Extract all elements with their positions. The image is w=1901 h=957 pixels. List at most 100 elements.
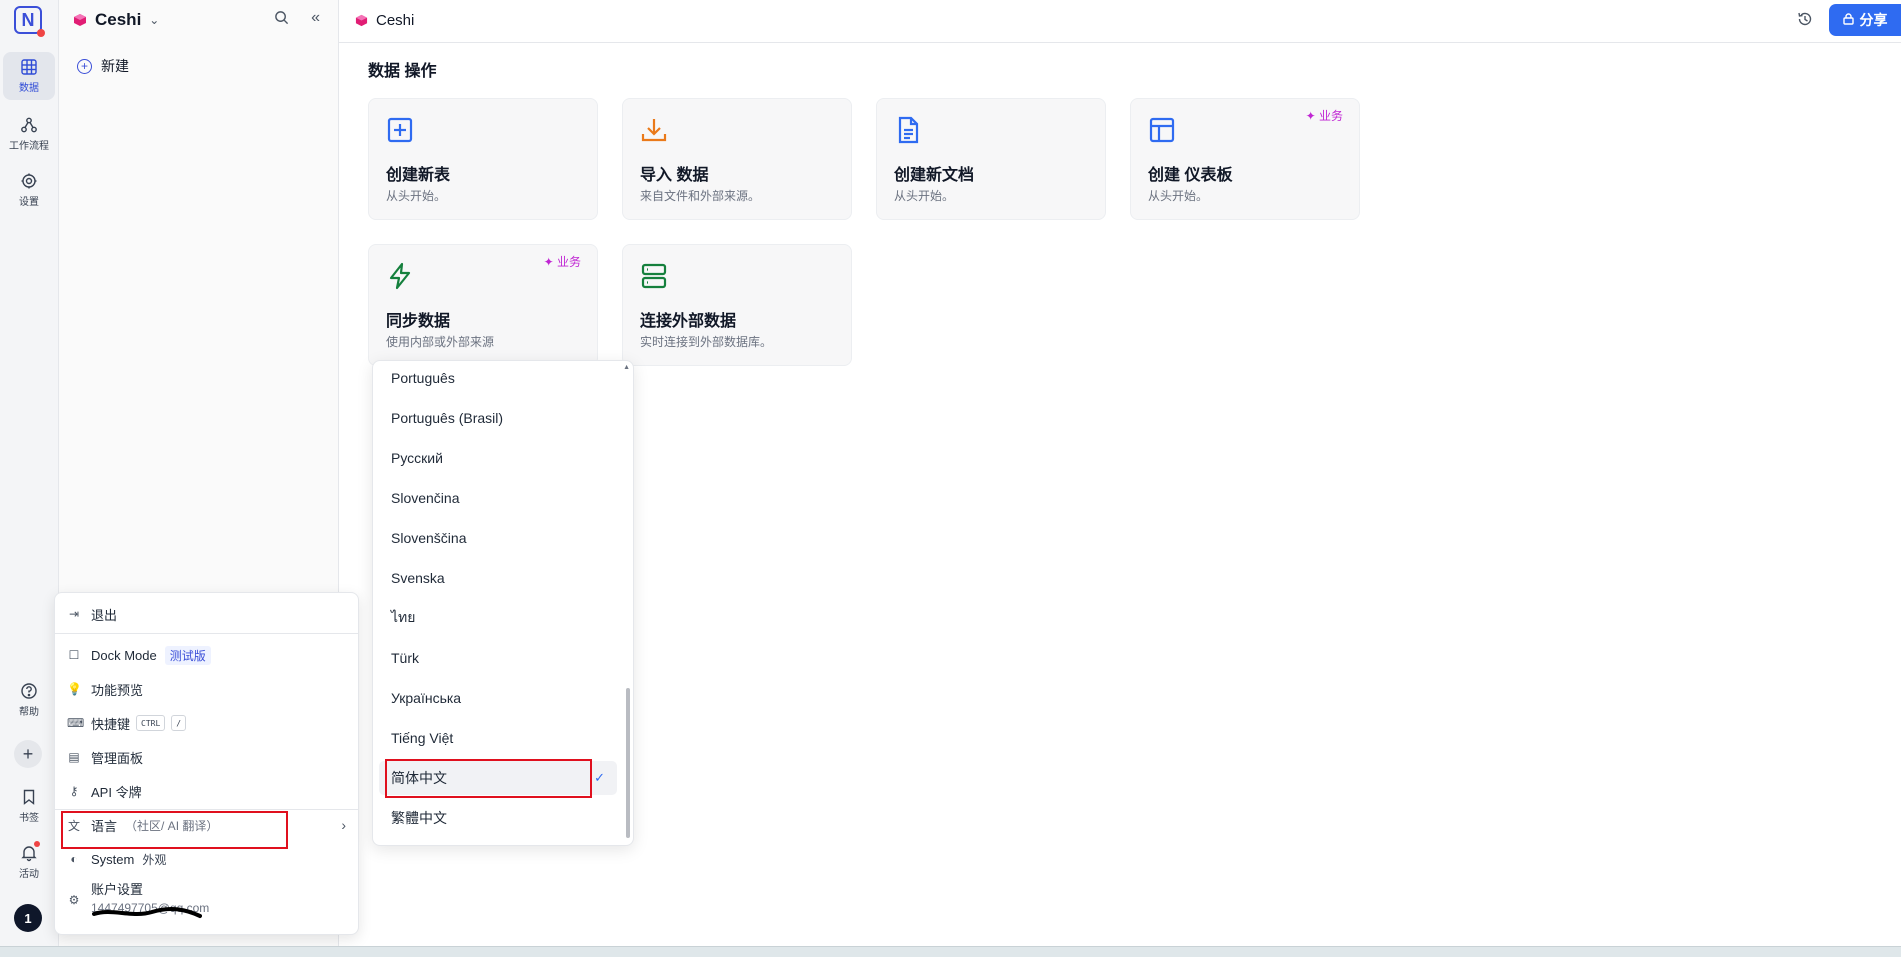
scroll-up-icon[interactable]: ▲	[623, 364, 630, 371]
share-label: 分享	[1859, 12, 1888, 28]
lock-icon	[1842, 12, 1854, 28]
card-create-dashboard[interactable]: ✦ 业务 创建 仪表板 从头开始。	[1130, 98, 1360, 220]
new-button[interactable]: + 新建	[77, 56, 129, 76]
card-title: 创建新表	[386, 167, 451, 184]
lightning-icon	[389, 262, 411, 290]
card-sync-data[interactable]: ✦ 业务 同步数据 使用内部或外部来源	[368, 244, 598, 366]
menu-item-label: 管理面板	[91, 750, 144, 766]
card-subtitle: 实时连接到外部数据库。	[640, 335, 773, 349]
menu-item-dock-mode[interactable]: ☐ Dock Mode 测试版	[67, 642, 348, 668]
card-create-table[interactable]: 创建新表 从头开始。	[368, 98, 598, 220]
menu-item-label: 功能预览	[91, 682, 144, 698]
language-option[interactable]: Português (Brasil)	[379, 401, 617, 435]
panel-icon: ▤	[68, 750, 80, 764]
menu-item-admin-panel[interactable]: ▤ 管理面板	[67, 744, 348, 770]
menu-item-logout[interactable]: ⇥ 退出	[67, 601, 348, 627]
workspace-name: Ceshi	[95, 10, 142, 29]
language-option[interactable]: Svenska	[379, 561, 617, 595]
menu-item-label: 快捷键	[91, 716, 131, 732]
add-square-icon	[387, 117, 413, 143]
rail-item-label: 工作流程	[9, 141, 49, 152]
document-icon	[898, 116, 919, 144]
card-title: 创建 仪表板	[1148, 167, 1233, 184]
language-option[interactable]: Português	[379, 361, 617, 395]
rail-item-help[interactable]: 帮助	[3, 676, 55, 724]
language-option[interactable]: Русский	[379, 441, 617, 475]
beta-badge: 测试版	[164, 645, 211, 665]
lightbulb-icon: 💡	[67, 682, 82, 696]
bookmark-icon	[23, 789, 35, 805]
language-option[interactable]: Slovenčina	[379, 481, 617, 515]
account-menu: ⇥ 退出 ☐ Dock Mode 测试版 💡 功能预览 ⌨ 快捷键 CTRL /…	[54, 592, 359, 935]
taskbar-strip	[0, 946, 1901, 957]
server-icon	[641, 263, 667, 289]
card-subtitle: 使用内部或外部来源	[386, 335, 495, 349]
language-option[interactable]: 繁體中文	[379, 801, 617, 835]
menu-item-shortcuts[interactable]: ⌨ 快捷键 CTRL /	[67, 710, 348, 736]
menu-divider	[55, 809, 358, 810]
highlight-box-language	[61, 811, 288, 849]
app-window: N 数据 工作流程 设置 帮助 + 书签 活动 1 Ceshi ⌄ « + 新建…	[0, 0, 1901, 957]
collapse-sidebar-icon[interactable]: «	[311, 10, 320, 29]
card-connect-external[interactable]: 连接外部数据 实时连接到外部数据库。	[622, 244, 852, 366]
dashboard-icon	[1149, 117, 1175, 143]
menu-item-label: API 令牌	[91, 784, 142, 800]
chevron-down-icon: ⌄	[149, 13, 160, 27]
base-title: Ceshi	[376, 12, 415, 29]
card-subtitle: 从头开始。	[1148, 189, 1209, 203]
base-icon	[355, 14, 368, 27]
rail-item-settings[interactable]: 设置	[3, 166, 55, 214]
workspace-header[interactable]: Ceshi ⌄ «	[73, 8, 328, 32]
chevron-right-icon: ›	[341, 817, 346, 833]
card-title: 导入 数据	[640, 167, 709, 184]
rail-item-workflows[interactable]: 工作流程	[3, 110, 55, 158]
language-option[interactable]: Tiếng Việt	[379, 721, 617, 755]
menu-item-api-tokens[interactable]: ⚷ API 令牌	[67, 778, 348, 804]
highlight-box-selected-language	[385, 759, 592, 798]
menu-item-label: 账户设置	[91, 882, 144, 897]
rail-item-label: 书签	[19, 813, 39, 824]
add-button[interactable]: +	[14, 740, 42, 768]
card-title: 创建新文档	[894, 167, 975, 184]
gear-icon	[21, 173, 37, 189]
logout-icon: ⇥	[68, 607, 80, 621]
scrollbar-thumb[interactable]	[626, 688, 630, 838]
rail-item-label: 帮助	[19, 707, 39, 718]
business-badge: ✦ 业务	[1305, 109, 1343, 123]
rail-item-bookmarks[interactable]: 书签	[3, 782, 55, 830]
share-button[interactable]: 分享	[1829, 4, 1901, 36]
menu-item-appearance[interactable]: ◐ System 外观	[67, 846, 348, 872]
base-icon	[74, 14, 86, 26]
left-rail: N 数据 工作流程 设置 帮助 + 书签 活动 1	[0, 0, 59, 946]
plus-icon: +	[22, 743, 34, 764]
notification-dot	[37, 29, 45, 37]
theme-icon: ◐	[70, 852, 78, 866]
rail-item-activity[interactable]: 活动	[3, 838, 55, 886]
app-logo[interactable]: N	[14, 6, 45, 37]
rail-item-data[interactable]: 数据	[3, 52, 55, 100]
redaction-scribble	[92, 907, 202, 918]
card-subtitle: 来自文件和外部来源。	[640, 189, 761, 203]
business-badge: ✦ 业务	[543, 255, 581, 269]
language-option[interactable]: ไทย	[379, 601, 617, 635]
avatar[interactable]: 1	[14, 904, 42, 932]
language-option[interactable]: Türk	[379, 641, 617, 675]
language-option[interactable]: Українська	[379, 681, 617, 715]
card-import-data[interactable]: 导入 数据 来自文件和外部来源。	[622, 98, 852, 220]
check-icon: ✓	[594, 770, 605, 785]
history-icon[interactable]	[1797, 11, 1813, 32]
breadcrumb: Ceshi	[355, 12, 414, 29]
checkbox-icon: ☐	[68, 648, 80, 662]
menu-divider	[55, 633, 358, 634]
search-icon[interactable]	[274, 10, 289, 29]
menu-item-label: 退出	[91, 607, 118, 623]
rail-item-label: 数据	[19, 83, 39, 94]
card-subtitle: 从头开始。	[386, 189, 447, 203]
rail-item-label: 活动	[19, 869, 39, 880]
language-option[interactable]: Slovenščina	[379, 521, 617, 555]
card-title: 连接外部数据	[640, 313, 737, 330]
card-create-document[interactable]: 创建新文档 从头开始。	[876, 98, 1106, 220]
menu-item-feature-preview[interactable]: 💡 功能预览	[67, 676, 348, 702]
menu-item-label: System	[91, 851, 135, 867]
shortcut-key: CTRL	[136, 715, 166, 731]
